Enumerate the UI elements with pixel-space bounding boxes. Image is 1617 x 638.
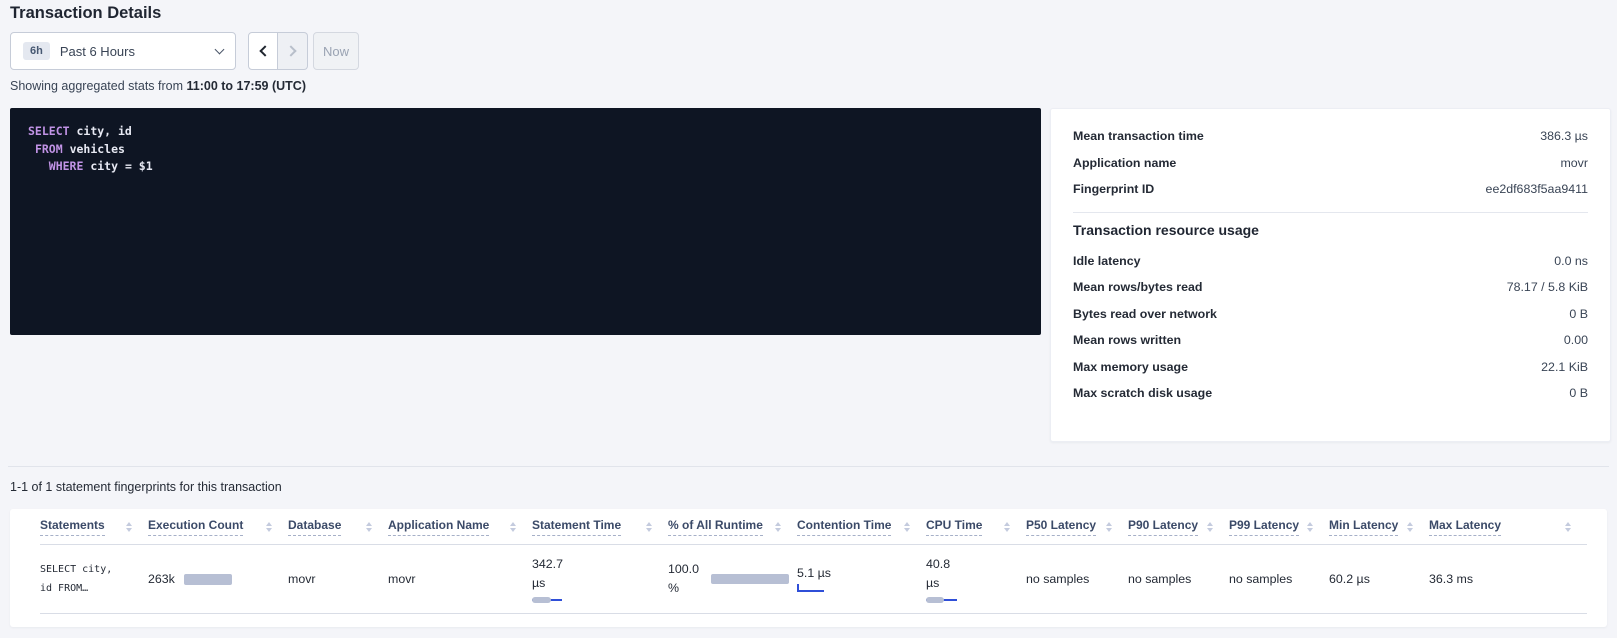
sort-icon[interactable] bbox=[126, 522, 132, 532]
column-header-max-latency[interactable]: Max Latency bbox=[1429, 518, 1587, 536]
pct-runtime-bar bbox=[711, 574, 789, 584]
transaction-details-panel: Mean transaction time386.3 µsApplication… bbox=[1050, 108, 1611, 442]
statement-time-cell: 342.7 µs bbox=[532, 555, 668, 603]
time-nav-group bbox=[248, 32, 308, 70]
detail-row: Fingerprint IDee2df683f5aa9411 bbox=[1073, 176, 1588, 203]
column-header--of-all-runtime[interactable]: % of All Runtime bbox=[668, 518, 797, 536]
sort-icon[interactable] bbox=[266, 522, 272, 532]
column-header-application-name[interactable]: Application Name bbox=[388, 518, 532, 536]
database-cell: movr bbox=[288, 572, 388, 586]
chevron-right-icon bbox=[285, 45, 296, 56]
p99-latency-cell: no samples bbox=[1229, 572, 1329, 586]
sort-icon[interactable] bbox=[1565, 522, 1571, 532]
transaction-details-page: Transaction Details 6h Past 6 Hours Now … bbox=[0, 0, 1617, 638]
resource-rows: Idle latency0.0 nsMean rows/bytes read78… bbox=[1073, 248, 1588, 407]
panel-divider bbox=[1073, 212, 1588, 213]
cpu-time-cell: 40.8 µs bbox=[926, 555, 1026, 603]
column-header-p90-latency[interactable]: P90 Latency bbox=[1128, 518, 1229, 536]
sort-icon[interactable] bbox=[904, 522, 910, 532]
sort-icon[interactable] bbox=[366, 522, 372, 532]
p90-latency-cell: no samples bbox=[1128, 572, 1229, 586]
time-range-dropdown[interactable]: 6h Past 6 Hours bbox=[10, 32, 236, 70]
cpu-time-bar bbox=[926, 596, 957, 603]
sort-icon[interactable] bbox=[510, 522, 516, 532]
column-header-p50-latency[interactable]: P50 Latency bbox=[1026, 518, 1128, 536]
sql-statement-box: SELECT city, id FROM vehicles WHERE city… bbox=[10, 108, 1041, 335]
time-range-badge: 6h bbox=[23, 42, 50, 60]
sort-icon[interactable] bbox=[1307, 522, 1313, 532]
table-row: SELECT city, id FROM… 263k movr movr 342… bbox=[40, 545, 1587, 614]
detail-row: Mean rows/bytes read78.17 / 5.8 KiB bbox=[1073, 274, 1588, 301]
next-time-button[interactable] bbox=[278, 32, 308, 70]
detail-row: Bytes read over network0 B bbox=[1073, 301, 1588, 328]
p50-latency-cell: no samples bbox=[1026, 572, 1128, 586]
detail-row: Application namemovr bbox=[1073, 150, 1588, 177]
column-header-contention-time[interactable]: Contention Time bbox=[797, 518, 926, 536]
prev-time-button[interactable] bbox=[248, 32, 278, 70]
chevron-left-icon bbox=[259, 45, 270, 56]
column-header-statement-time[interactable]: Statement Time bbox=[532, 518, 668, 536]
statement-link[interactable]: SELECT city, id FROM… bbox=[40, 560, 148, 598]
stats-line-range: 11:00 to 17:59 (UTC) bbox=[187, 79, 306, 93]
statements-table-header: StatementsExecution CountDatabaseApplica… bbox=[40, 509, 1587, 545]
sort-icon[interactable] bbox=[1407, 522, 1413, 532]
detail-row: Idle latency0.0 ns bbox=[1073, 248, 1588, 275]
statement-time-bar bbox=[532, 596, 562, 603]
sql-code: SELECT city, id FROM vehicles WHERE city… bbox=[28, 123, 1023, 176]
chevron-down-icon bbox=[215, 45, 225, 55]
max-latency-cell: 36.3 ms bbox=[1429, 572, 1587, 586]
contention-time-cell: 5.1 µs bbox=[797, 566, 926, 592]
column-header-cpu-time[interactable]: CPU Time bbox=[926, 518, 1026, 536]
sort-icon[interactable] bbox=[775, 522, 781, 532]
column-header-execution-count[interactable]: Execution Count bbox=[148, 518, 288, 536]
stats-line-prefix: Showing aggregated stats from bbox=[10, 79, 187, 93]
page-title: Transaction Details bbox=[10, 4, 161, 23]
pct-runtime-cell: 100.0 % bbox=[668, 560, 797, 598]
min-latency-cell: 60.2 µs bbox=[1329, 572, 1429, 586]
resource-usage-title: Transaction resource usage bbox=[1073, 222, 1588, 238]
sort-icon[interactable] bbox=[1106, 522, 1112, 532]
summary-rows: Mean transaction time386.3 µsApplication… bbox=[1073, 123, 1588, 203]
column-header-p99-latency[interactable]: P99 Latency bbox=[1229, 518, 1329, 536]
section-divider bbox=[8, 466, 1609, 467]
detail-row: Mean transaction time386.3 µs bbox=[1073, 123, 1588, 150]
column-header-statements[interactable]: Statements bbox=[40, 518, 148, 536]
application-name-cell: movr bbox=[388, 572, 532, 586]
contention-time-bar bbox=[797, 584, 824, 592]
now-button[interactable]: Now bbox=[313, 32, 359, 70]
column-header-min-latency[interactable]: Min Latency bbox=[1329, 518, 1429, 536]
sort-icon[interactable] bbox=[1207, 522, 1213, 532]
detail-row: Max scratch disk usage0 B bbox=[1073, 380, 1588, 407]
detail-row: Max memory usage22.1 KiB bbox=[1073, 354, 1588, 381]
sort-icon[interactable] bbox=[646, 522, 652, 532]
statements-table-caption: 1-1 of 1 statement fingerprints for this… bbox=[10, 480, 282, 494]
time-range-label: Past 6 Hours bbox=[60, 44, 135, 59]
column-header-database[interactable]: Database bbox=[288, 518, 388, 536]
detail-row: Mean rows written0.00 bbox=[1073, 327, 1588, 354]
aggregated-stats-line: Showing aggregated stats from 11:00 to 1… bbox=[10, 79, 306, 93]
execution-count-bar bbox=[184, 574, 232, 585]
statements-table: StatementsExecution CountDatabaseApplica… bbox=[10, 509, 1607, 627]
execution-count-cell: 263k bbox=[148, 572, 288, 586]
sort-icon[interactable] bbox=[1004, 522, 1010, 532]
